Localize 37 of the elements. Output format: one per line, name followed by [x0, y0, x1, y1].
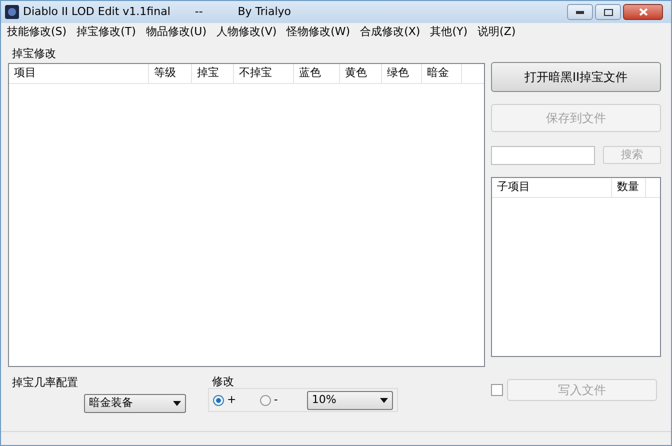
maximize-button[interactable]: [595, 4, 621, 20]
percent-dropdown[interactable]: 10%: [306, 390, 393, 410]
column-header[interactable]: 绿色: [382, 64, 422, 83]
modify-group-title: 修改: [212, 375, 235, 388]
action-button[interactable]: 打开暗黑II掉宝文件: [491, 62, 661, 92]
drop-config-label: 掉宝几率配置: [12, 375, 79, 391]
search-field[interactable]: [491, 146, 595, 165]
minimize-icon: [576, 10, 584, 14]
column-header[interactable]: 不掉宝: [234, 64, 294, 83]
column-header[interactable]: 掉宝: [192, 64, 234, 83]
close-button[interactable]: [623, 4, 663, 20]
column-header[interactable]: 子项目: [492, 178, 612, 197]
menu-item[interactable]: 掉宝修改(T): [76, 24, 136, 40]
app-icon: [5, 5, 19, 19]
close-icon: [638, 8, 648, 16]
menu-item[interactable]: 人物修改(V): [216, 24, 277, 40]
column-header[interactable]: 等级: [149, 64, 192, 83]
column-header[interactable]: 黄色: [340, 64, 382, 83]
column-header[interactable]: 蓝色: [294, 64, 340, 83]
column-header[interactable]: 暗金: [422, 64, 462, 83]
window-title: Diablo II LOD Edit v1.1final -- By Trialyo: [23, 4, 292, 20]
column-header[interactable]: 项目: [9, 64, 149, 83]
minimize-button[interactable]: [567, 4, 593, 20]
menu-item[interactable]: 其他(Y): [430, 24, 468, 40]
menu-item[interactable]: 物品修改(U): [146, 24, 207, 40]
type-dropdown[interactable]: 暗金装备: [84, 394, 186, 412]
radio-option[interactable]: -: [260, 392, 304, 408]
menu-item[interactable]: 说明(Z): [478, 24, 516, 40]
menu-item[interactable]: 合成修改(X): [360, 24, 420, 40]
group-title: 掉宝修改: [12, 47, 57, 61]
menu-item[interactable]: 技能修改(S): [7, 24, 67, 40]
radio-option[interactable]: +: [213, 392, 257, 408]
column-header[interactable]: 数量: [612, 178, 646, 197]
dropdown-caret-icon: [173, 400, 181, 406]
restore-icon: [604, 8, 612, 16]
menu-item[interactable]: 怪物修改(W): [286, 24, 350, 40]
dropdown-caret-icon: [380, 398, 388, 402]
